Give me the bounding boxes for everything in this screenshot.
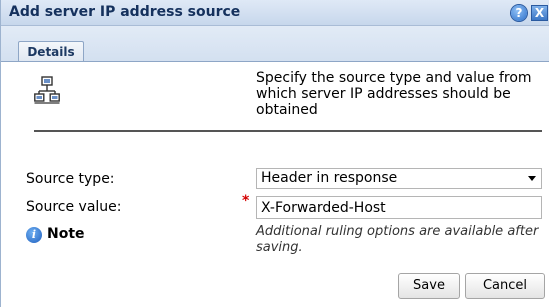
note-label: Note xyxy=(47,226,85,242)
source-type-value: Header in response xyxy=(261,170,398,186)
chevron-down-icon[interactable] xyxy=(528,176,536,181)
cancel-button[interactable]: Cancel xyxy=(465,273,545,299)
tab-divider xyxy=(1,61,549,62)
description-text: Specify the source type and value from w… xyxy=(256,70,532,118)
info-icon: i xyxy=(26,227,42,243)
dialog-title: Add server IP address source xyxy=(9,4,241,20)
note-text: Additional ruling options are available … xyxy=(256,224,539,255)
network-icon xyxy=(34,76,60,104)
required-marker: * xyxy=(242,193,250,209)
dialog-titlebar: Add server IP address source ? X xyxy=(1,0,549,26)
save-button[interactable]: Save xyxy=(398,273,460,299)
tab-details[interactable]: Details xyxy=(18,41,84,62)
close-icon[interactable]: X xyxy=(531,5,548,21)
source-type-select[interactable]: Header in response xyxy=(256,168,542,189)
add-server-ip-source-dialog: Add server IP address source ? X Details… xyxy=(0,0,549,307)
source-value-input[interactable] xyxy=(256,196,542,219)
section-divider xyxy=(34,130,542,132)
source-value-label: Source value: xyxy=(26,199,122,215)
help-icon[interactable]: ? xyxy=(511,5,527,21)
source-type-label: Source type: xyxy=(26,171,115,187)
